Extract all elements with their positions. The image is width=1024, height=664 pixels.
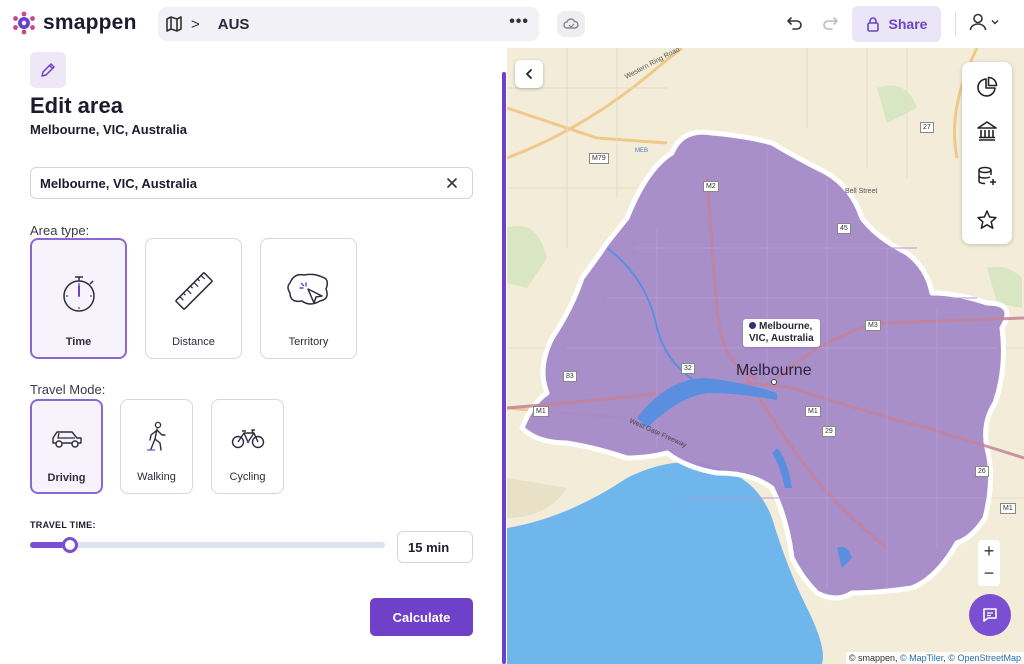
attribution-smappen: © smappen, — [848, 653, 900, 663]
location-search — [30, 167, 473, 199]
lock-icon — [866, 17, 879, 32]
breadcrumb-project[interactable]: AUS — [218, 16, 250, 33]
stopwatch-icon — [62, 276, 95, 312]
app-header: smappen > AUS ••• Share — [0, 0, 1024, 48]
road-shield: 83 — [563, 371, 577, 382]
header-divider — [955, 12, 956, 36]
chat-icon — [983, 608, 997, 622]
area-type-distance-label: Distance — [172, 336, 215, 348]
travel-mode-cycling[interactable]: Cycling — [211, 399, 284, 494]
road-shield: M3 — [865, 320, 881, 331]
territory-icon — [286, 273, 328, 305]
map-view[interactable]: Western Ring Road MEB Bell Street West G… — [507, 48, 1024, 664]
share-label: Share — [888, 16, 928, 32]
collapse-panel-button[interactable] — [515, 60, 543, 88]
pin-label-line1: Melbourne, — [759, 321, 813, 332]
walking-icon — [146, 421, 166, 451]
travel-time-label: TRAVEL TIME: — [30, 520, 96, 530]
close-icon[interactable] — [444, 175, 460, 191]
travel-mode-cycling-label: Cycling — [229, 471, 266, 483]
travel-mode-driving[interactable]: Driving — [30, 399, 103, 494]
travel-mode-driving-label: Driving — [47, 472, 86, 484]
redo-icon[interactable] — [821, 14, 839, 32]
road-shield: M1 — [533, 406, 549, 417]
cloud-sync-button[interactable] — [557, 11, 585, 37]
city-dot-icon — [771, 379, 777, 385]
smappen-logo[interactable]: smappen — [12, 11, 137, 35]
location-pin-icon — [749, 322, 756, 329]
calculate-button[interactable]: Calculate — [370, 598, 473, 636]
user-icon — [969, 13, 987, 31]
map-icon — [166, 16, 182, 32]
attribution-osm-link[interactable]: © OpenStreetMap — [948, 653, 1021, 663]
travel-mode-walking[interactable]: Walking — [120, 399, 193, 494]
page-title: Edit area — [30, 93, 123, 118]
map-canvas — [507, 48, 1024, 664]
map-place-label: Bell Street — [845, 188, 878, 195]
road-shield: 26 — [975, 466, 989, 477]
zoom-controls: + − — [978, 540, 1000, 586]
area-type-label: Area type: — [30, 223, 90, 238]
road-shield: 45 — [837, 223, 851, 234]
area-type-time[interactable]: Time — [30, 238, 127, 359]
analytics-button[interactable] — [974, 74, 1000, 100]
road-shield: M2 — [703, 181, 719, 192]
area-type-time-label: Time — [65, 336, 92, 348]
bicycle-icon — [231, 429, 264, 449]
bank-icon — [977, 121, 997, 141]
travel-mode-walking-label: Walking — [137, 471, 176, 483]
chevron-left-icon — [526, 69, 532, 79]
breadcrumb-separator: > — [191, 15, 200, 33]
undo-icon[interactable] — [786, 14, 804, 32]
area-type-territory[interactable]: Territory — [260, 238, 357, 359]
road-shield: M79 — [589, 153, 609, 164]
area-type-territory-label: Territory — [288, 336, 329, 348]
road-shield: M1 — [805, 406, 821, 417]
star-icon — [977, 210, 997, 229]
database-add-icon — [978, 166, 996, 185]
cloud-icon — [563, 18, 579, 29]
city-label: Melbourne — [736, 362, 812, 379]
share-button[interactable]: Share — [852, 6, 941, 42]
breadcrumb[interactable]: > AUS ••• — [158, 7, 539, 41]
zoom-out-button[interactable]: − — [984, 562, 995, 584]
chevron-down-icon — [991, 20, 999, 25]
road-shield: M1 — [1000, 503, 1016, 514]
logo-text: smappen — [43, 11, 137, 34]
pie-chart-icon — [977, 76, 998, 97]
chat-support-button[interactable] — [969, 594, 1011, 636]
travel-time-slider-thumb[interactable] — [61, 537, 78, 553]
more-options-button[interactable]: ••• — [509, 13, 529, 31]
car-icon — [51, 431, 82, 448]
travel-time-input[interactable]: 15 min — [397, 531, 473, 563]
add-data-button[interactable] — [974, 163, 1000, 189]
user-menu-button[interactable] — [968, 12, 1000, 32]
logo-icon — [13, 11, 35, 35]
map-place-label: MEB — [635, 148, 649, 154]
panel-resize-handle[interactable] — [502, 72, 506, 664]
edit-area-icon-badge — [30, 52, 66, 88]
edit-area-panel: Edit area Melbourne, VIC, Australia Area… — [0, 48, 503, 664]
area-subtitle: Melbourne, VIC, Australia — [30, 122, 187, 137]
area-type-distance[interactable]: Distance — [145, 238, 242, 359]
map-attribution: © smappen, © MapTiler, © OpenStreetMap — [845, 652, 1024, 664]
map-toolbar — [962, 62, 1012, 244]
pin-label-line2: VIC, Australia — [749, 333, 814, 344]
travel-time-slider[interactable] — [30, 542, 385, 548]
pencil-icon — [41, 63, 55, 77]
ruler-icon — [174, 272, 213, 310]
attribution-maptiler-link[interactable]: © MapTiler — [900, 653, 943, 663]
favorites-button[interactable] — [974, 207, 1000, 233]
institutions-button[interactable] — [974, 118, 1000, 144]
road-shield: 32 — [681, 363, 695, 374]
location-pin-label[interactable]: Melbourne, VIC, Australia — [743, 319, 820, 347]
road-shield: 29 — [822, 426, 836, 437]
location-search-input[interactable] — [40, 175, 420, 191]
travel-mode-label: Travel Mode: — [30, 382, 106, 397]
zoom-in-button[interactable]: + — [984, 540, 995, 562]
road-shield: 27 — [920, 122, 934, 133]
